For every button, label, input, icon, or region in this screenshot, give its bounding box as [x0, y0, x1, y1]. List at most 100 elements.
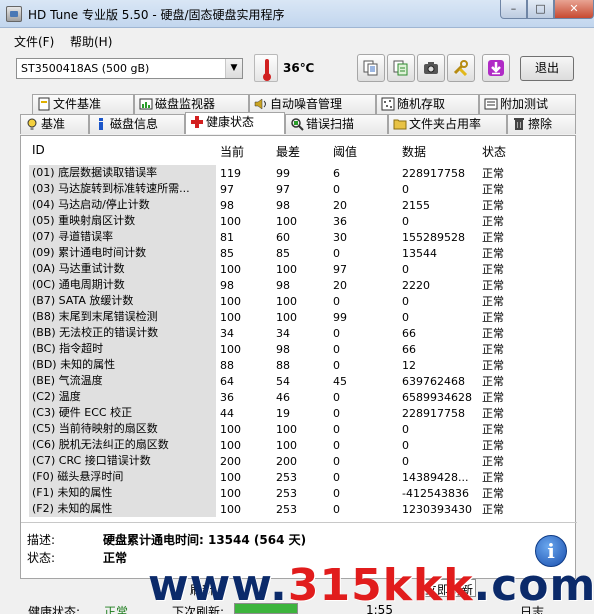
table-row[interactable]: (C7) CRC 接口错误计数 200 200 0 0 正常 [24, 453, 572, 469]
row-id-cell: (05) 重映射扇区计数 [29, 213, 216, 229]
copy-text-button[interactable] [357, 54, 385, 82]
tab-extra-tests[interactable]: 附加测试 [479, 94, 576, 114]
table-row[interactable]: (03) 马达旋转到标准转速所需... 97 97 0 0 正常 [24, 181, 572, 197]
row-data-cell: 0 [402, 215, 409, 228]
tab-noise-management[interactable]: 自动噪音管理 [249, 94, 376, 114]
hd-tune-app-icon [6, 6, 22, 22]
table-row[interactable]: (01) 底层数据读取错误率 119 99 6 228917758 正常 [24, 165, 572, 181]
row-id-cell: (BD) 未知的属性 [29, 357, 216, 373]
table-row[interactable]: (05) 重映射扇区计数 100 100 36 0 正常 [24, 213, 572, 229]
save-button[interactable] [482, 54, 510, 82]
row-current-cell: 98 [220, 279, 234, 292]
row-id-cell: (C2) 温度 [29, 389, 216, 405]
chevron-down-icon[interactable]: ▼ [225, 59, 242, 78]
row-data-cell: 66 [402, 327, 416, 340]
tab-error-scan[interactable]: 错误扫描 [285, 114, 388, 134]
row-data-cell: 12 [402, 359, 416, 372]
row-threshold-cell: 0 [333, 359, 340, 372]
tab-file-benchmark[interactable]: 文件基准 [32, 94, 134, 114]
row-status-cell: 正常 [482, 327, 504, 340]
row-id-cell: (BE) 气流温度 [29, 373, 216, 389]
row-data-cell: 2220 [402, 279, 430, 292]
menu-file[interactable]: 文件(F) [14, 33, 54, 50]
table-row[interactable]: (C2) 温度 36 46 0 6589934628 正常 [24, 389, 572, 405]
row-threshold-cell: 45 [333, 375, 347, 388]
table-row[interactable]: (BE) 气流温度 64 54 45 639762468 正常 [24, 373, 572, 389]
extra-tests-icon [484, 98, 498, 110]
menu-help[interactable]: 帮助(H) [70, 33, 112, 50]
close-button[interactable]: ✕ [554, 0, 594, 19]
row-threshold-cell: 0 [333, 391, 340, 404]
header-threshold[interactable]: 阈值 [333, 143, 357, 160]
table-row[interactable]: (C6) 脱机无法纠正的扇区数 100 100 0 0 正常 [24, 437, 572, 453]
row-current-cell: 100 [220, 423, 241, 436]
table-row[interactable]: (B7) SATA 放缓计数 100 100 0 0 正常 [24, 293, 572, 309]
row-current-cell: 100 [220, 471, 241, 484]
tab-label: 错误扫描 [306, 117, 355, 131]
table-row[interactable]: (C3) 硬件 ECC 校正 44 19 0 228917758 正常 [24, 405, 572, 421]
row-data-cell: 66 [402, 343, 416, 356]
row-worst-cell: 98 [276, 343, 290, 356]
header-worst[interactable]: 最差 [276, 143, 300, 160]
table-row[interactable]: (F2) 未知的属性 100 253 0 1230393430 正常 [24, 501, 572, 517]
screenshot-button[interactable] [417, 54, 445, 82]
row-status-cell: 正常 [482, 183, 504, 196]
row-status-cell: 正常 [482, 311, 504, 324]
table-row[interactable]: (0A) 马达重试计数 100 100 97 0 正常 [24, 261, 572, 277]
row-data-cell: 0 [402, 439, 409, 452]
tab-random-access[interactable]: 随机存取 [376, 94, 479, 114]
header-current[interactable]: 当前 [220, 143, 244, 160]
tab-health[interactable]: 健康状态 [185, 112, 285, 134]
row-threshold-cell: 0 [333, 183, 340, 196]
row-status-cell: 正常 [482, 359, 504, 372]
row-data-cell: 639762468 [402, 375, 465, 388]
table-row[interactable]: (F0) 磁头悬浮时间 100 253 0 14389428... 正常 [24, 469, 572, 485]
row-worst-cell: 46 [276, 391, 290, 404]
row-id-cell: (04) 马达启动/停止计数 [29, 197, 216, 213]
drive-select[interactable]: ST3500418AS (500 gB) ▼ [16, 58, 243, 79]
row-current-cell: 64 [220, 375, 234, 388]
tab-disk-monitor[interactable]: 磁盘监视器 [134, 94, 249, 114]
exit-button[interactable]: 退出 [520, 56, 574, 81]
table-row[interactable]: (0C) 通电周期计数 98 98 20 2220 正常 [24, 277, 572, 293]
row-worst-cell: 253 [276, 487, 297, 500]
tab-label: 附加测试 [500, 97, 549, 111]
table-row[interactable]: (BD) 未知的属性 88 88 0 12 正常 [24, 357, 572, 373]
header-id[interactable]: ID [32, 143, 45, 157]
row-worst-cell: 88 [276, 359, 290, 372]
row-current-cell: 119 [220, 167, 241, 180]
tab-erase[interactable]: 擦除 [507, 114, 576, 134]
table-row[interactable]: (F1) 未知的属性 100 253 0 -412543836 正常 [24, 485, 572, 501]
row-data-cell: 1230393430 [402, 503, 472, 516]
tab-folder-usage[interactable]: 文件夹占用率 [388, 114, 507, 134]
table-row[interactable]: (09) 累计通电时间计数 85 85 0 13544 正常 [24, 245, 572, 261]
row-status-cell: 正常 [482, 167, 504, 180]
copy-icon [363, 60, 378, 76]
row-worst-cell: 100 [276, 439, 297, 452]
row-worst-cell: 100 [276, 215, 297, 228]
health-cross-icon [191, 116, 203, 128]
row-worst-cell: 54 [276, 375, 290, 388]
tab-disk-info[interactable]: 磁盘信息 [89, 114, 185, 134]
row-status-cell: 正常 [482, 487, 504, 500]
row-id-cell: (F1) 未知的属性 [29, 485, 216, 501]
table-row[interactable]: (04) 马达启动/停止计数 98 98 20 2155 正常 [24, 197, 572, 213]
table-row[interactable]: (07) 寻道错误率 81 60 30 155289528 正常 [24, 229, 572, 245]
table-row[interactable]: (BB) 无法校正的错误计数 34 34 0 66 正常 [24, 325, 572, 341]
copy-all-button[interactable] [387, 54, 415, 82]
row-status-cell: 正常 [482, 471, 504, 484]
header-status[interactable]: 状态 [482, 143, 506, 160]
tab-label: 随机存取 [397, 97, 446, 111]
table-row[interactable]: (C5) 当前待映射的扇区数 100 100 0 0 正常 [24, 421, 572, 437]
row-status-cell: 正常 [482, 423, 504, 436]
table-row[interactable]: (BC) 指令超时 100 98 0 66 正常 [24, 341, 572, 357]
maximize-button[interactable]: □ [527, 0, 554, 19]
table-row[interactable]: (B8) 末尾到末尾错误检测 100 100 99 0 正常 [24, 309, 572, 325]
row-worst-cell: 85 [276, 247, 290, 260]
options-button[interactable] [447, 54, 475, 82]
row-threshold-cell: 36 [333, 215, 347, 228]
header-data[interactable]: 数据 [402, 143, 426, 160]
tab-benchmark[interactable]: 基准 [20, 114, 89, 134]
minimize-button[interactable]: – [500, 0, 527, 19]
row-current-cell: 100 [220, 343, 241, 356]
